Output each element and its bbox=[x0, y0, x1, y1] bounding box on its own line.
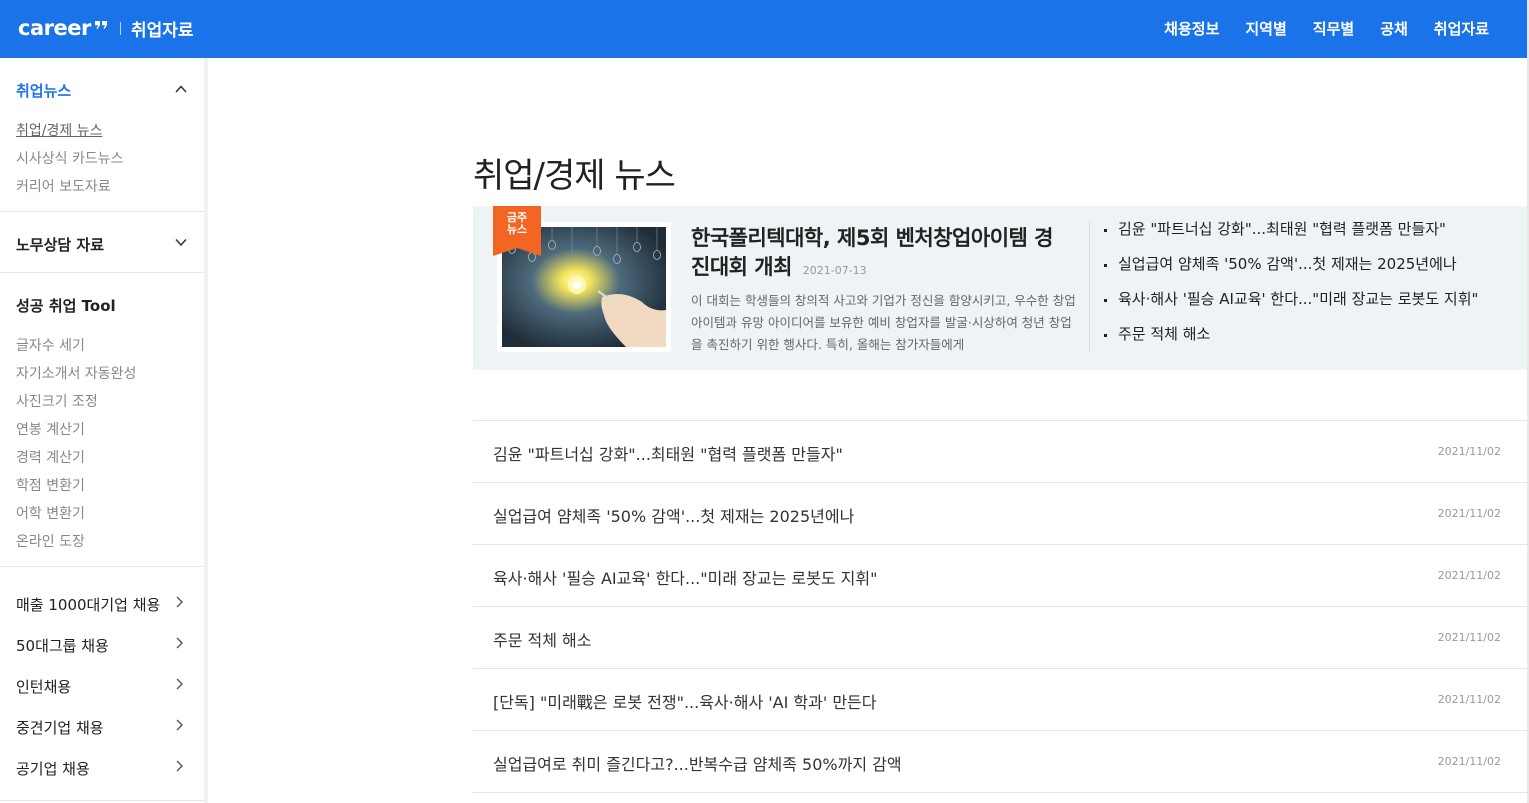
news-list: 김윤 "파트너십 강화"...최태원 "협력 플랫폼 만들자" 2021/11/… bbox=[473, 420, 1529, 793]
chevron-right-icon[interactable] bbox=[174, 677, 184, 691]
top-header: career 취업자료 채용정보 지역별 직무별 공채 취업자료 bbox=[0, 0, 1529, 58]
sidebar-item-job-economy-news[interactable]: 취업/경제 뉴스 bbox=[16, 120, 102, 140]
site-title[interactable]: 취업자료 bbox=[131, 16, 194, 41]
featured-side-item[interactable]: 육사·해사 '필승 AI교육' 한다..."미래 장교는 로봇도 지휘" bbox=[1103, 288, 1523, 323]
sidebar-divider bbox=[0, 566, 204, 567]
sidebar-item-photo-resize[interactable]: 사진크기 조정 bbox=[16, 391, 98, 411]
nav-recruit-info[interactable]: 채용정보 bbox=[1164, 18, 1219, 39]
sidebar-item-press-release[interactable]: 커리어 보도자료 bbox=[16, 176, 111, 196]
sidebar-link-top50-groups[interactable]: 50대그룹 채용 bbox=[16, 635, 109, 656]
news-title[interactable]: [단독] "미래戰은 로봇 전쟁"...육사·해사 'AI 학과' 만든다 bbox=[493, 689, 876, 713]
sidebar-item-resume-autocomplete[interactable]: 자기소개서 자동완성 bbox=[16, 363, 136, 383]
page-title: 취업/경제 뉴스 bbox=[473, 156, 676, 196]
sidebar-item-career-calculator[interactable]: 경력 계산기 bbox=[16, 447, 85, 467]
sidebar-divider bbox=[0, 211, 204, 212]
logo-mark-icon bbox=[94, 20, 107, 29]
news-title[interactable]: 김윤 "파트너십 강화"...최태원 "협력 플랫폼 만들자" bbox=[493, 441, 843, 465]
featured-side-list: 김윤 "파트너십 강화"...최태원 "협력 플랫폼 만들자" 실업급여 얌체족… bbox=[1103, 218, 1523, 358]
top-nav: 채용정보 지역별 직무별 공채 취업자료 bbox=[1138, 18, 1489, 39]
nav-by-job[interactable]: 직무별 bbox=[1313, 18, 1354, 39]
chevron-right-icon[interactable] bbox=[174, 759, 184, 773]
featured-side-item[interactable]: 주문 적체 해소 bbox=[1103, 323, 1523, 358]
sidebar-section-job-news[interactable]: 취업뉴스 bbox=[16, 80, 71, 101]
featured-date: 2021-07-13 bbox=[802, 264, 867, 277]
news-row[interactable]: [단독] "미래戰은 로봇 전쟁"...육사·해사 'AI 학과' 만든다 20… bbox=[473, 669, 1529, 731]
featured-title-text[interactable]: 한국폴리텍대학, 제5회 벤처창업아이템 경진대회 개최 bbox=[691, 226, 1053, 279]
badge-line-2: 뉴스 bbox=[506, 223, 528, 236]
logo-text: career bbox=[18, 16, 91, 40]
sidebar-item-language-converter[interactable]: 어학 변환기 bbox=[16, 503, 85, 523]
chevron-up-icon[interactable] bbox=[174, 82, 188, 96]
news-row[interactable]: 육사·해사 '필승 AI교육' 한다..."미래 장교는 로봇도 지휘" 202… bbox=[473, 545, 1529, 607]
sidebar-divider bbox=[0, 272, 204, 273]
chevron-right-icon[interactable] bbox=[174, 718, 184, 732]
featured-side-item[interactable]: 김윤 "파트너십 강화"...최태원 "협력 플랫폼 만들자" bbox=[1103, 218, 1523, 253]
news-row[interactable]: 실업급여 얌체족 '50% 감액'...첫 제재는 2025년에나 2021/1… bbox=[473, 483, 1529, 545]
sidebar-link-intern[interactable]: 인턴채용 bbox=[16, 676, 71, 697]
sidebar-item-online-stamp[interactable]: 온라인 도장 bbox=[16, 531, 85, 551]
nav-career-resources[interactable]: 취업자료 bbox=[1434, 18, 1489, 39]
news-date: 2021/11/02 bbox=[1437, 569, 1501, 582]
featured-summary: 이 대회는 학생들의 창의적 사고와 기업가 정신을 함양시키고, 우수한 창업… bbox=[691, 293, 1076, 352]
chevron-down-icon[interactable] bbox=[174, 235, 188, 249]
featured-divider bbox=[1089, 222, 1090, 352]
news-row[interactable]: 실업급여로 취미 즐긴다고?...반복수급 얌체족 50%까지 감액 2021/… bbox=[473, 731, 1529, 793]
news-title[interactable]: 실업급여로 취미 즐긴다고?...반복수급 얌체족 50%까지 감액 bbox=[493, 751, 902, 775]
sidebar-divider bbox=[0, 800, 204, 801]
nav-open-recruit[interactable]: 공채 bbox=[1380, 18, 1408, 39]
news-date: 2021/11/02 bbox=[1437, 445, 1501, 458]
news-row[interactable]: 김윤 "파트너십 강화"...최태원 "협력 플랫폼 만들자" 2021/11/… bbox=[473, 421, 1529, 483]
featured-news: 금주 뉴스 한국폴리텍대학, 제5회 벤처창업아이템 경진대회 개최 2021-… bbox=[473, 206, 1529, 370]
news-date: 2021/11/02 bbox=[1437, 755, 1501, 768]
news-title[interactable]: 실업급여 얌체족 '50% 감액'...첫 제재는 2025년에나 bbox=[493, 503, 854, 527]
sidebar: 취업뉴스 취업/경제 뉴스 시사상식 카드뉴스 커리어 보도자료 노무상담 자료… bbox=[0, 58, 208, 803]
featured-title[interactable]: 한국폴리텍대학, 제5회 벤처창업아이템 경진대회 개최 2021-07-13 bbox=[691, 224, 1071, 285]
sidebar-item-card-news[interactable]: 시사상식 카드뉴스 bbox=[16, 148, 124, 168]
header-separator bbox=[120, 22, 121, 35]
sidebar-link-midsize[interactable]: 중견기업 채용 bbox=[16, 717, 104, 738]
news-date: 2021/11/02 bbox=[1437, 693, 1501, 706]
weekly-news-badge: 금주 뉴스 bbox=[493, 212, 541, 236]
sidebar-link-top1000[interactable]: 매출 1000대기업 채용 bbox=[16, 594, 160, 615]
sidebar-item-gpa-converter[interactable]: 학점 변환기 bbox=[16, 475, 85, 495]
sidebar-section-labor-consult[interactable]: 노무상담 자료 bbox=[16, 234, 104, 255]
chevron-right-icon[interactable] bbox=[174, 636, 184, 650]
news-row[interactable]: 주문 적체 해소 2021/11/02 bbox=[473, 607, 1529, 669]
news-date: 2021/11/02 bbox=[1437, 507, 1501, 520]
sidebar-section-tools: 성공 취업 Tool bbox=[16, 297, 116, 315]
sidebar-item-char-count[interactable]: 글자수 세기 bbox=[16, 335, 85, 355]
career-logo[interactable]: career bbox=[18, 16, 108, 40]
news-title[interactable]: 주문 적체 해소 bbox=[493, 627, 592, 651]
news-title[interactable]: 육사·해사 '필승 AI교육' 한다..."미래 장교는 로봇도 지휘" bbox=[493, 565, 877, 589]
featured-side-item[interactable]: 실업급여 얌체족 '50% 감액'...첫 제재는 2025년에나 bbox=[1103, 253, 1523, 288]
news-date: 2021/11/02 bbox=[1437, 631, 1501, 644]
sidebar-item-salary-calculator[interactable]: 연봉 계산기 bbox=[16, 419, 85, 439]
sidebar-link-public[interactable]: 공기업 채용 bbox=[16, 758, 90, 779]
nav-by-region[interactable]: 지역별 bbox=[1245, 18, 1286, 39]
chevron-right-icon[interactable] bbox=[174, 595, 184, 609]
